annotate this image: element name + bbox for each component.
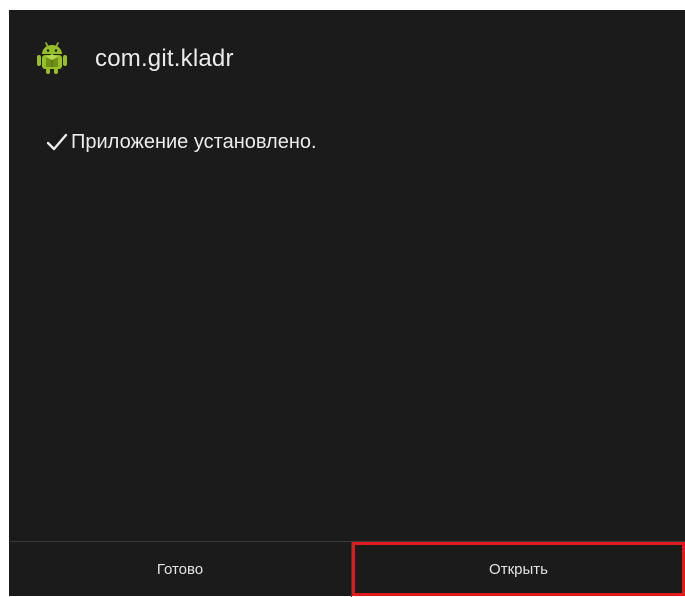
install-complete-screen: com.git.kladr Приложение установлено. Го… <box>9 10 685 597</box>
android-robot-icon <box>37 42 67 74</box>
dialog-button-bar: Готово Открыть <box>9 541 685 597</box>
dialog-header: com.git.kladr <box>9 10 685 106</box>
app-package-name: com.git.kladr <box>95 45 234 72</box>
install-status-message: Приложение установлено. <box>71 131 317 153</box>
done-button[interactable]: Готово <box>9 542 352 597</box>
install-status: Приложение установлено. <box>46 128 317 156</box>
checkmark-icon <box>46 133 68 151</box>
open-button[interactable]: Открыть <box>352 542 685 597</box>
